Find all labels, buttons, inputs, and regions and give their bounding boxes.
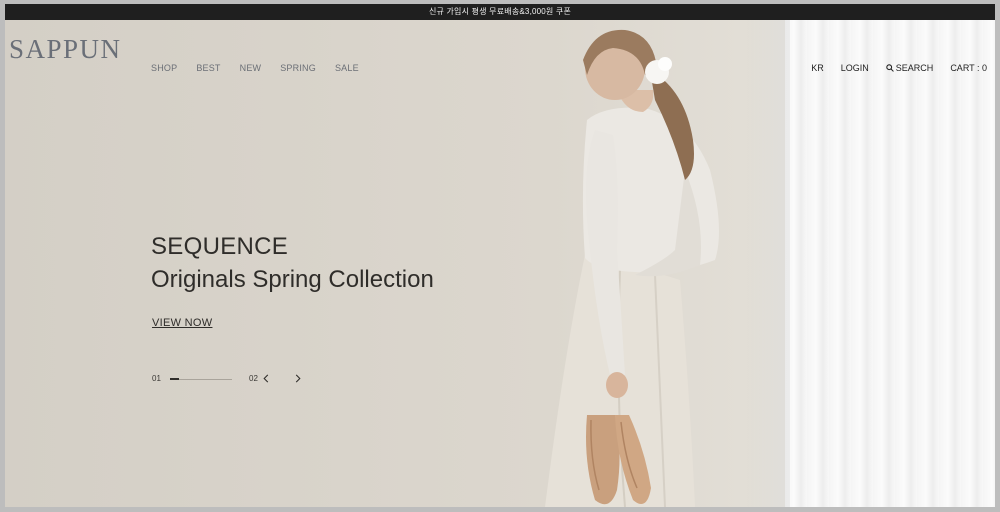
main-nav: SHOP BEST NEW SPRING SALE [151,63,378,73]
slide-current-number: 01 [152,374,161,383]
hero-subtitle: Originals Spring Collection [151,266,434,293]
hero-model-image [545,29,719,507]
slide-total-number: 02 [249,374,258,383]
slide-next-button[interactable] [292,371,304,385]
nav-item-best[interactable]: BEST [196,63,220,73]
search-icon [886,64,894,72]
promo-banner-text: 신규 가입시 평생 무료배송&3,000원 쿠폰 [428,7,572,16]
slide-progress-fill [170,378,180,380]
curtain-background [785,20,995,507]
hero-section [5,20,995,507]
language-link[interactable]: KR [811,63,824,73]
nav-item-sale[interactable]: SALE [335,63,359,73]
search-link[interactable]: SEARCH [886,63,934,73]
promo-banner[interactable]: 신규 가입시 평생 무료배송&3,000원 쿠폰 [5,4,995,20]
slide-progress-bar [170,378,232,380]
hero-title: SEQUENCE [151,233,289,260]
nav-item-spring[interactable]: SPRING [280,63,316,73]
login-link[interactable]: LOGIN [841,63,869,73]
cart-link[interactable]: CART : 0 [950,63,987,73]
view-now-link[interactable]: VIEW NOW [152,317,212,329]
brand-logo[interactable]: SAPPUN [9,34,122,65]
utility-nav: KR LOGIN SEARCH CART : 0 [794,63,987,73]
search-label: SEARCH [895,63,934,73]
nav-item-shop[interactable]: SHOP [151,63,177,73]
chevron-right-icon [295,374,301,382]
chevron-left-icon [263,374,269,382]
page-frame: 신규 가입시 평생 무료배송&3,000원 쿠폰 SAPPUN SHOP BES… [5,4,995,507]
nav-item-new[interactable]: NEW [240,63,262,73]
slide-prev-button[interactable] [260,371,272,385]
